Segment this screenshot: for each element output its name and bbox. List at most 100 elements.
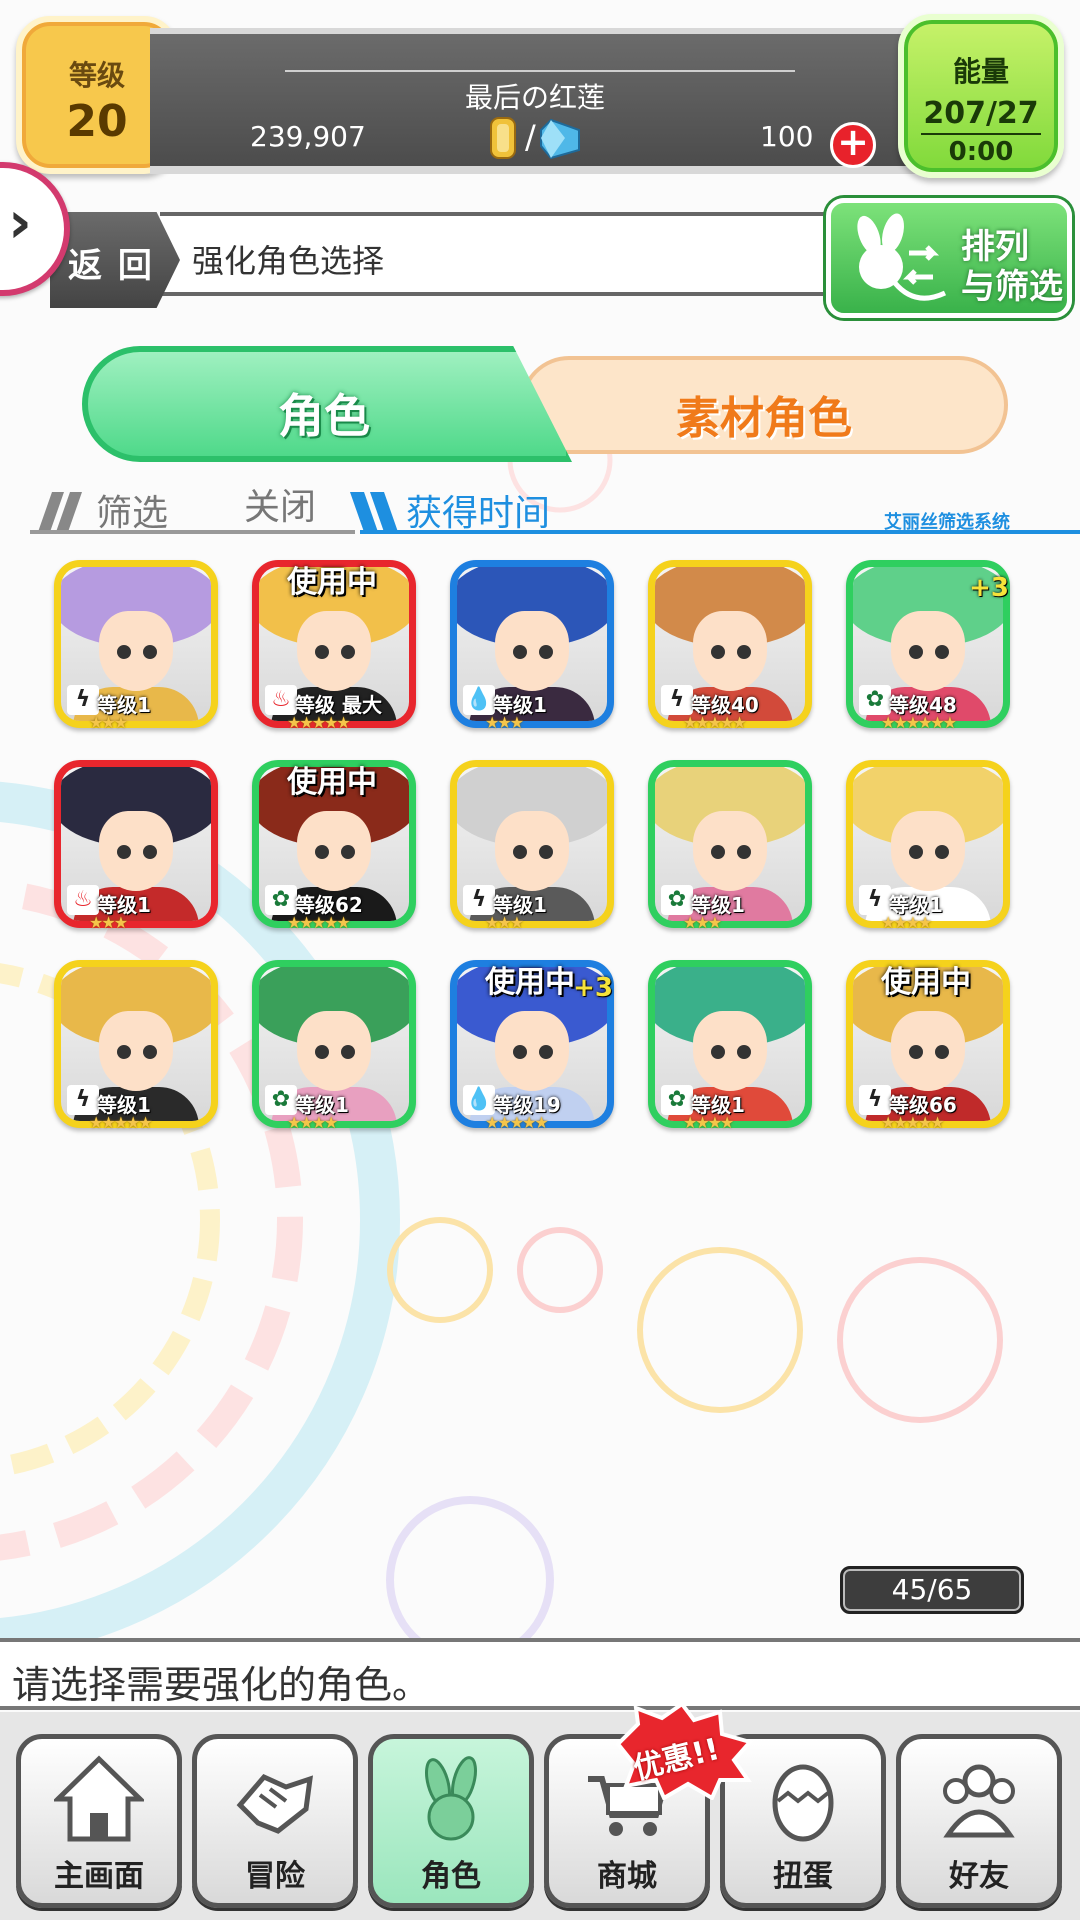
rarity-stars: ★★★★ [287, 1113, 338, 1132]
character-card[interactable]: ϟ 等级1 ★★★★★ [54, 960, 218, 1132]
rarity-stars: ★★★★★ [485, 1113, 549, 1132]
filter-state[interactable]: 关闭 [244, 478, 316, 530]
page-title-bar: 强化角色选择 [160, 212, 860, 296]
wind-element-icon: ✿ [859, 685, 891, 715]
character-eye [539, 645, 553, 659]
water-element-icon: 💧 [463, 685, 495, 715]
lightning-element-icon: ϟ [859, 885, 891, 915]
character-eye [143, 1045, 157, 1059]
chevron-right-icon: › [8, 188, 32, 256]
character-face [693, 811, 767, 891]
character-card[interactable]: ✿ 等级1 ★★★ [648, 760, 812, 932]
rarity-stars: ★★★★ [881, 913, 932, 932]
currency-icons: / [485, 116, 595, 160]
bottom-nav: 主画面 冒险 角色 商城 扭蛋 好友 [0, 1712, 1080, 1920]
character-eye [341, 1045, 355, 1059]
add-gems-button[interactable]: + [830, 122, 876, 168]
character-card[interactable]: ✿ 等级1 ★★★★ [252, 960, 416, 1132]
back-label: 返 回 [68, 246, 154, 286]
sort-filter-button[interactable]: 排列 与筛选 [826, 198, 1072, 318]
lightning-element-icon: ϟ [67, 685, 99, 715]
character-eye [935, 1045, 949, 1059]
character-eye [935, 845, 949, 859]
nav-characters[interactable]: 角色 [368, 1734, 534, 1908]
fire-element-icon: ♨ [265, 685, 297, 715]
divider [921, 133, 1041, 135]
character-face [297, 1011, 371, 1091]
nav-friends[interactable]: 好友 [896, 1734, 1062, 1908]
character-face [693, 611, 767, 691]
in-use-badge: 使用中 [485, 965, 575, 1000]
in-use-badge: 使用中 [881, 965, 971, 1000]
rarity-stars: ★★★★★ [287, 713, 351, 732]
character-face [495, 611, 569, 691]
character-card[interactable]: ✿ 等级48 ★★★★★★ +3 [846, 560, 1010, 732]
character-eye [117, 845, 131, 859]
character-card[interactable]: ϟ 等级40 ★★★★★ [648, 560, 812, 732]
water-element-icon: 💧 [463, 1085, 495, 1115]
character-face [495, 811, 569, 891]
character-card[interactable]: ϟ 等级1 ★★★★ [846, 760, 1010, 932]
character-eye [143, 845, 157, 859]
character-eye [711, 845, 725, 859]
friends-icon [943, 1764, 1015, 1838]
character-face [297, 811, 371, 891]
filter-system-label: 艾丽丝筛选系统 [884, 512, 1010, 533]
fire-element-icon: ♨ [67, 885, 99, 915]
character-eye [117, 645, 131, 659]
character-face [891, 1011, 965, 1091]
rabbit-sort-icon [857, 213, 947, 301]
plus-value-badge: +3 [969, 573, 1009, 603]
stripe-icon [350, 492, 398, 532]
character-face [99, 1011, 173, 1091]
character-card[interactable]: ϟ 等级1 ★★★ [54, 560, 218, 732]
filter-toggle[interactable]: 筛选 [96, 484, 168, 536]
nav-label: 主画面 [54, 1859, 144, 1894]
sort-label-line2: 与筛选 [961, 267, 1063, 307]
player-name: 最后の红莲 [464, 81, 605, 114]
character-face [99, 811, 173, 891]
rabbit-icon [425, 1756, 477, 1841]
character-eye [711, 1045, 725, 1059]
rarity-stars: ★★★ [485, 713, 524, 732]
nav-home[interactable]: 主画面 [16, 1734, 182, 1908]
gem-count: 100 [760, 120, 814, 153]
tab-label: 角色 [278, 389, 370, 443]
character-card[interactable]: 💧 等级1 ★★★ [450, 560, 614, 732]
rarity-stars: ★★★★★ [683, 713, 747, 732]
energy-badge: 能量 207/27 0:00 [898, 14, 1064, 178]
wind-element-icon: ✿ [265, 1085, 297, 1115]
tab-material-characters[interactable]: 素材角色 [520, 356, 1008, 454]
wind-element-icon: ✿ [661, 885, 693, 915]
lightning-element-icon: ϟ [67, 1085, 99, 1115]
character-eye [909, 1045, 923, 1059]
character-eye [909, 645, 923, 659]
lightning-element-icon: ϟ [661, 685, 693, 715]
wind-element-icon: ✿ [661, 1085, 693, 1115]
character-card[interactable]: ✿ 等级62 ★★★★★ 使用中 [252, 760, 416, 932]
sort-order-button[interactable]: 获得时间 [406, 484, 550, 536]
instruction-bar: 请选择需要强化的角色。 [0, 1638, 1080, 1710]
nav-adventure[interactable]: 冒险 [192, 1734, 358, 1908]
wind-element-icon: ✿ [265, 885, 297, 915]
nav-label: 冒险 [245, 1859, 305, 1894]
nav-label: 扭蛋 [773, 1859, 833, 1894]
character-card[interactable]: ϟ 等级66 ★★★★★ 使用中 [846, 960, 1010, 1132]
character-card[interactable]: 💧 等级19 ★★★★★ 使用中 +3 [450, 960, 614, 1132]
nav-label: 商城 [597, 1859, 657, 1894]
nav-label: 好友 [949, 1859, 1009, 1894]
character-eye [315, 1045, 329, 1059]
character-eye [315, 645, 329, 659]
character-card[interactable]: ✿ 等级1 ★★★★ [648, 960, 812, 1132]
character-face [297, 611, 371, 691]
character-eye [513, 1045, 527, 1059]
tab-characters[interactable]: 角色 [82, 346, 572, 462]
plus-value-badge: +3 [573, 973, 613, 1003]
character-card[interactable]: ♨ 等级1 ★★★ [54, 760, 218, 932]
rarity-stars: ★★★ [89, 713, 128, 732]
energy-value: 207/27 [923, 96, 1039, 131]
rarity-stars: ★★★★ [683, 1113, 734, 1132]
character-eye [341, 645, 355, 659]
character-card[interactable]: ϟ 等级1 ★★★ [450, 760, 614, 932]
character-card[interactable]: ♨ 等级 最大 ★★★★★ 使用中 [252, 560, 416, 732]
